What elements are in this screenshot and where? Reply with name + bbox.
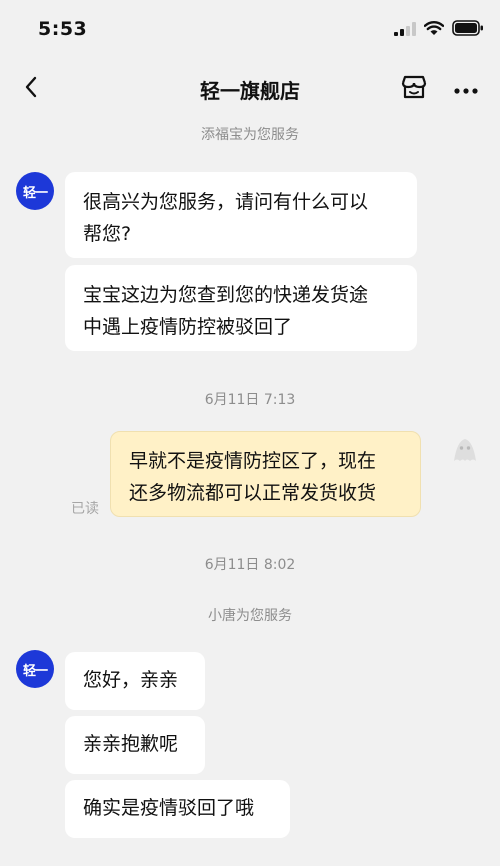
read-status: 已读 <box>71 501 99 517</box>
outgoing-message[interactable]: 早就不是疫情防控区了，现在 还多物流都可以正常发货收货 <box>110 431 421 517</box>
system-note-service: 小唐为您服务 <box>208 608 292 624</box>
message-line: 还多物流都可以正常发货收货 <box>129 482 377 504</box>
nav-bar: 轻一旗舰店 <box>0 64 500 114</box>
status-bar: 5:53 <box>0 0 500 56</box>
chat-timestamp: 6月11日 8:02 <box>204 557 296 573</box>
store-avatar[interactable]: 轻一 <box>16 650 54 688</box>
message-line: 确实是疫情驳回了哦 <box>83 797 255 819</box>
message-line: 很高兴为您服务，请问有什么可以 <box>83 191 369 213</box>
message-line: 您好，亲亲 <box>83 669 179 691</box>
battery-icon <box>452 20 484 40</box>
wifi-icon <box>423 20 445 40</box>
incoming-message[interactable]: 您好，亲亲 <box>65 652 205 710</box>
more-icon <box>453 80 479 99</box>
store-avatar[interactable]: 轻一 <box>16 172 54 210</box>
message-line: 中遇上疫情防控被驳回了 <box>83 316 293 338</box>
store-avatar-text: 轻一 <box>22 663 48 679</box>
user-avatar[interactable] <box>446 431 484 469</box>
message-line: 亲亲抱歉呢 <box>83 733 179 755</box>
incoming-message[interactable]: 亲亲抱歉呢 <box>65 716 205 774</box>
ghost-avatar-icon <box>446 439 484 473</box>
message-line: 宝宝这边为您查到您的快递发货途 <box>83 284 369 306</box>
system-note-service: 添福宝为您服务 <box>201 127 299 143</box>
incoming-message[interactable]: 宝宝这边为您查到您的快递发货途 中遇上疫情防控被驳回了 <box>65 265 417 351</box>
shop-button[interactable] <box>398 74 430 104</box>
status-icons <box>394 20 484 40</box>
status-time: 5:53 <box>38 18 88 40</box>
message-line: 早就不是疫情防控区了，现在 <box>129 450 377 472</box>
chat-timestamp: 6月11日 7:13 <box>204 392 296 408</box>
incoming-message[interactable]: 确实是疫情驳回了哦 <box>65 780 290 838</box>
more-button[interactable] <box>450 74 482 104</box>
incoming-message[interactable]: 很高兴为您服务，请问有什么可以 帮您? <box>65 172 417 258</box>
store-avatar-text: 轻一 <box>22 185 48 201</box>
message-line: 帮您? <box>83 223 132 245</box>
shop-icon <box>400 74 428 104</box>
signal-icon <box>394 21 416 40</box>
